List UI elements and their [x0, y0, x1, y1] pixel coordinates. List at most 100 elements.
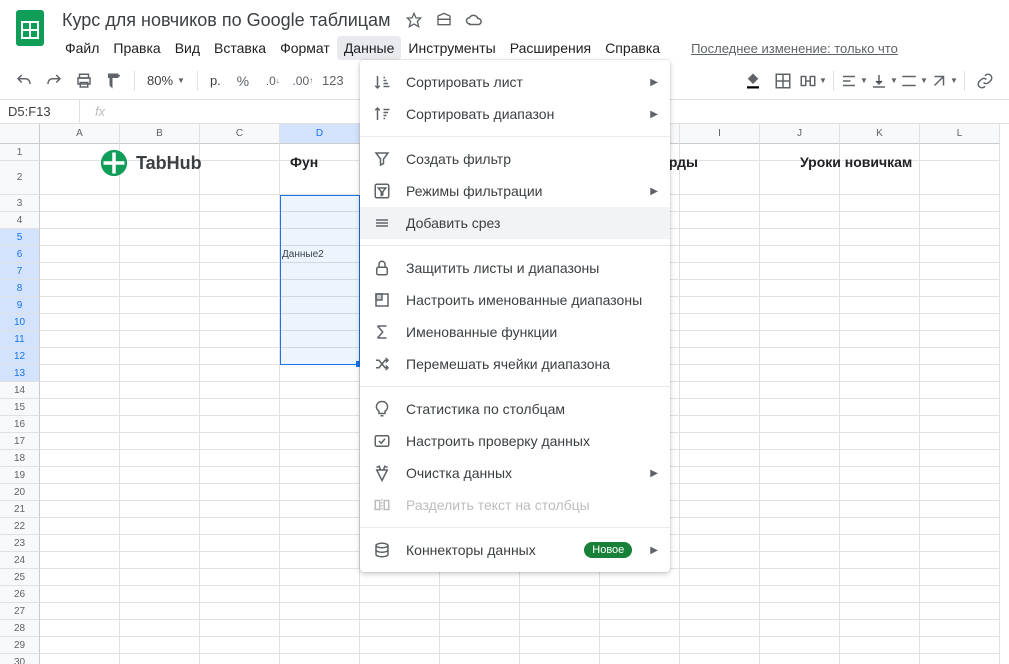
cell[interactable]: [120, 348, 200, 365]
cell[interactable]: [40, 654, 120, 664]
menu-файл[interactable]: Файл: [58, 36, 106, 60]
cell[interactable]: [200, 212, 280, 229]
cell[interactable]: [680, 450, 760, 467]
row-header-6[interactable]: 6: [0, 246, 40, 263]
row-header-26[interactable]: 26: [0, 586, 40, 603]
cell[interactable]: [200, 280, 280, 297]
cell[interactable]: [840, 552, 920, 569]
row-header-13[interactable]: 13: [0, 365, 40, 382]
cell[interactable]: [680, 552, 760, 569]
row-header-29[interactable]: 29: [0, 637, 40, 654]
cell[interactable]: [760, 654, 840, 664]
cell[interactable]: [40, 382, 120, 399]
cell[interactable]: [920, 399, 1000, 416]
cell[interactable]: [360, 637, 440, 654]
cell[interactable]: [280, 382, 360, 399]
cell[interactable]: [120, 297, 200, 314]
cell[interactable]: [280, 399, 360, 416]
menu-item-validate[interactable]: Настроить проверку данных: [360, 425, 670, 457]
menu-вид[interactable]: Вид: [168, 36, 207, 60]
cell[interactable]: [40, 331, 120, 348]
cell[interactable]: [680, 263, 760, 280]
move-icon[interactable]: [434, 12, 454, 28]
cell[interactable]: [920, 144, 1000, 161]
cell[interactable]: [120, 433, 200, 450]
menu-item-sort-range[interactable]: Сортировать диапазон▶: [360, 98, 670, 130]
cell[interactable]: [840, 365, 920, 382]
row-header-3[interactable]: 3: [0, 195, 40, 212]
cell[interactable]: [680, 433, 760, 450]
sheets-logo-icon[interactable]: [10, 8, 50, 48]
row-header-15[interactable]: 15: [0, 399, 40, 416]
cell[interactable]: [920, 654, 1000, 664]
cell[interactable]: [40, 433, 120, 450]
cell[interactable]: [840, 229, 920, 246]
col-header-D[interactable]: D: [280, 124, 360, 144]
cell[interactable]: [280, 620, 360, 637]
cell[interactable]: [200, 195, 280, 212]
cell[interactable]: [840, 603, 920, 620]
cell[interactable]: [200, 552, 280, 569]
cell[interactable]: [920, 416, 1000, 433]
cell[interactable]: [520, 603, 600, 620]
cell[interactable]: [120, 229, 200, 246]
cell[interactable]: [840, 212, 920, 229]
cell[interactable]: [760, 586, 840, 603]
row-header-8[interactable]: 8: [0, 280, 40, 297]
menu-item-sigma[interactable]: Именованные функции: [360, 316, 670, 348]
cell[interactable]: [920, 280, 1000, 297]
cell[interactable]: [120, 484, 200, 501]
cell[interactable]: [760, 348, 840, 365]
col-header-C[interactable]: C: [200, 124, 280, 144]
col-header-L[interactable]: L: [920, 124, 1000, 144]
cell[interactable]: [280, 416, 360, 433]
cell[interactable]: [200, 416, 280, 433]
col-header-A[interactable]: A: [40, 124, 120, 144]
row-header-27[interactable]: 27: [0, 603, 40, 620]
cell[interactable]: [840, 518, 920, 535]
cell[interactable]: [280, 586, 360, 603]
cell[interactable]: [120, 212, 200, 229]
menu-справка[interactable]: Справка: [598, 36, 667, 60]
cell[interactable]: [120, 620, 200, 637]
valign-button[interactable]: ▼: [870, 67, 898, 95]
cell[interactable]: [760, 297, 840, 314]
cell[interactable]: [200, 263, 280, 280]
row-header-18[interactable]: 18: [0, 450, 40, 467]
cell[interactable]: [200, 297, 280, 314]
cell[interactable]: [200, 620, 280, 637]
menu-инструменты[interactable]: Инструменты: [401, 36, 502, 60]
cell[interactable]: [920, 229, 1000, 246]
cell[interactable]: [360, 620, 440, 637]
cell[interactable]: [280, 518, 360, 535]
cell[interactable]: [120, 365, 200, 382]
cell[interactable]: [40, 229, 120, 246]
cell[interactable]: [280, 348, 360, 365]
cell[interactable]: [760, 450, 840, 467]
cell[interactable]: [760, 569, 840, 586]
menu-item-shuffle[interactable]: Перемешать ячейки диапазона: [360, 348, 670, 380]
cell[interactable]: [280, 314, 360, 331]
cell[interactable]: [200, 161, 280, 195]
cell[interactable]: [280, 280, 360, 297]
cell[interactable]: [680, 654, 760, 664]
cell[interactable]: [680, 348, 760, 365]
row-header-28[interactable]: 28: [0, 620, 40, 637]
paint-format-button[interactable]: [100, 67, 128, 95]
row-header-1[interactable]: 1: [0, 144, 40, 161]
menu-item-bulb[interactable]: Статистика по столбцам: [360, 393, 670, 425]
cell[interactable]: [760, 433, 840, 450]
menu-item-filter[interactable]: Создать фильтр: [360, 143, 670, 175]
menu-item-slicer[interactable]: Добавить срез: [360, 207, 670, 239]
row-header-10[interactable]: 10: [0, 314, 40, 331]
cell[interactable]: [200, 331, 280, 348]
redo-button[interactable]: [40, 67, 68, 95]
cell[interactable]: [200, 569, 280, 586]
cell[interactable]: [680, 331, 760, 348]
cell[interactable]: [840, 263, 920, 280]
cell[interactable]: [680, 586, 760, 603]
cell[interactable]: [440, 586, 520, 603]
cell[interactable]: [280, 297, 360, 314]
row-header-11[interactable]: 11: [0, 331, 40, 348]
menu-данные[interactable]: Данные: [337, 36, 402, 60]
